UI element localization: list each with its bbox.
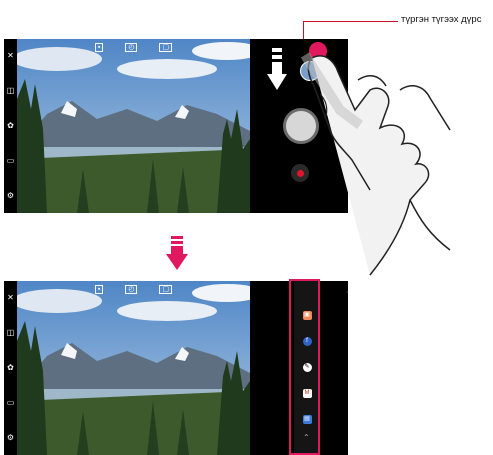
- settings-icon[interactable]: ⚙: [7, 191, 14, 200]
- flash-off-icon[interactable]: ✕: [7, 294, 14, 302]
- swipe-down-arrow-icon: [267, 48, 287, 90]
- timer-icon[interactable]: ◴: [125, 43, 138, 52]
- camera-top-icons: ▪ ◴ ▢: [17, 43, 250, 52]
- camera-switch-icon[interactable]: ◫: [7, 87, 15, 95]
- filter-icon[interactable]: ✿: [7, 121, 14, 130]
- mode-icon[interactable]: ▭: [7, 398, 15, 407]
- camera-switch-icon[interactable]: ◫: [7, 329, 15, 337]
- hand-gesture-illustration: [300, 52, 451, 276]
- transition-arrow-icon: [166, 236, 188, 270]
- callout-label: түргэн түгээх дүрс: [401, 14, 482, 25]
- settings-icon[interactable]: ⚙: [7, 433, 14, 442]
- mode-icon[interactable]: ▭: [7, 156, 15, 165]
- callout-leader: [303, 21, 398, 22]
- filter-icon[interactable]: ✿: [7, 363, 14, 372]
- ratio-icon[interactable]: ▢: [159, 43, 173, 52]
- timer-icon[interactable]: ◴: [125, 285, 138, 294]
- camera-preview: ▪ ◴ ▢: [17, 39, 250, 213]
- camera-top-icons: ▪ ◴ ▢: [17, 285, 250, 294]
- camera-preview: ▪ ◴ ▢: [17, 281, 250, 455]
- camera-left-toolbar: ✕ ◫ ✿ ▭ ⚙: [4, 39, 17, 213]
- ratio-icon[interactable]: ▢: [159, 285, 173, 294]
- quick-share-highlight: [289, 279, 320, 455]
- more-dots-icon[interactable]: ···: [346, 289, 348, 296]
- hdr-icon[interactable]: ▪: [94, 285, 104, 294]
- flash-off-icon[interactable]: ✕: [7, 52, 14, 60]
- hdr-icon[interactable]: ▪: [94, 43, 104, 52]
- camera-left-toolbar: ✕ ◫ ✿ ▭ ⚙: [4, 281, 17, 455]
- camera-screen-before: ✕ ◫ ✿ ▭ ⚙ ▪ ◴ ▢: [4, 39, 348, 213]
